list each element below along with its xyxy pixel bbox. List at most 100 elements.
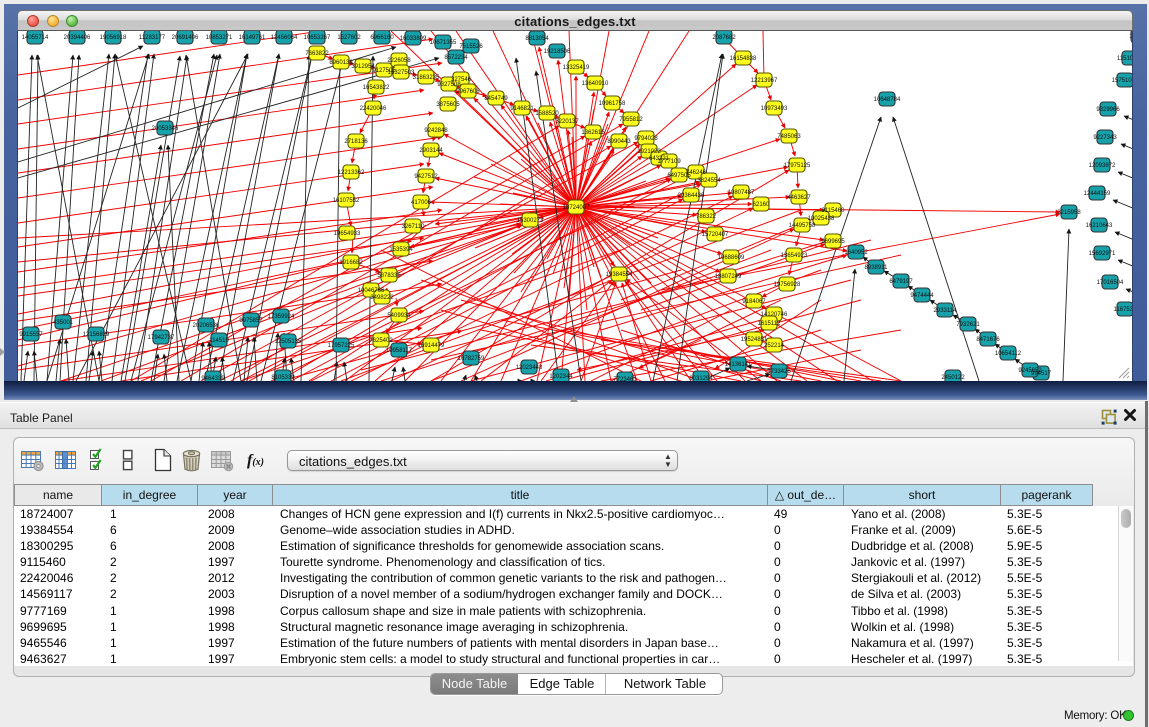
svg-text:3215958: 3215958 xyxy=(1057,210,1081,216)
svg-text:1733426: 1733426 xyxy=(767,369,791,375)
svg-text:3267110: 3267110 xyxy=(402,224,426,230)
svg-text:20394406: 20394406 xyxy=(64,35,91,41)
svg-text:9242848: 9242848 xyxy=(424,128,448,134)
svg-text:9146821: 9146821 xyxy=(510,106,534,112)
svg-text:2450122: 2450122 xyxy=(941,375,965,381)
svg-text:11510474: 11510474 xyxy=(1117,56,1133,62)
svg-text:1362615: 1362615 xyxy=(581,130,605,136)
svg-text:62160: 62160 xyxy=(753,202,770,208)
svg-text:3875605: 3875605 xyxy=(436,102,460,108)
svg-text:1202344: 1202344 xyxy=(549,374,573,380)
svg-text:13640910: 13640910 xyxy=(582,81,609,87)
svg-text:16033809: 16033809 xyxy=(400,36,427,42)
svg-text:19218506: 19218506 xyxy=(544,49,571,55)
svg-text:10046766: 10046766 xyxy=(358,288,385,294)
svg-text:10807487: 10807487 xyxy=(728,190,755,196)
svg-text:9115460: 9115460 xyxy=(822,208,846,214)
svg-text:327546: 327546 xyxy=(451,77,472,83)
svg-text:13654923: 13654923 xyxy=(781,253,808,259)
svg-text:435001: 435001 xyxy=(53,320,74,326)
svg-text:9915557: 9915557 xyxy=(19,332,43,338)
svg-text:20053346: 20053346 xyxy=(152,126,179,132)
svg-text:10958117: 10958117 xyxy=(386,348,413,354)
svg-text:10688609: 10688609 xyxy=(718,255,745,261)
svg-text:10025438: 10025438 xyxy=(808,216,835,222)
svg-text:15692971: 15692971 xyxy=(1089,251,1116,257)
svg-text:16107552: 16107552 xyxy=(333,198,360,204)
svg-text:8813054: 8813054 xyxy=(525,36,549,42)
svg-text:1167534: 1167534 xyxy=(1114,307,1133,313)
svg-text:14495758: 14495758 xyxy=(789,223,816,229)
svg-text:9427512: 9427512 xyxy=(414,174,438,180)
svg-text:8454749: 8454749 xyxy=(484,96,508,102)
svg-text:4463627: 4463627 xyxy=(787,195,811,201)
svg-text:7485063: 7485063 xyxy=(777,134,801,140)
svg-text:7625402: 7625402 xyxy=(369,338,393,344)
svg-text:7515526: 7515526 xyxy=(459,44,483,50)
svg-text:14120746: 14120746 xyxy=(761,312,788,318)
svg-text:7723461: 7723461 xyxy=(613,377,637,381)
svg-text:17942737: 17942737 xyxy=(148,335,175,341)
svg-text:20691406: 20691406 xyxy=(172,35,199,41)
svg-text:18724007: 18724007 xyxy=(563,205,590,211)
svg-text:12213967: 12213967 xyxy=(751,78,778,84)
svg-text:5409934: 5409934 xyxy=(387,313,411,319)
svg-text:15720407: 15720407 xyxy=(702,232,729,238)
svg-text:2718136: 2718136 xyxy=(344,139,368,145)
svg-text:12156829: 12156829 xyxy=(83,332,110,338)
svg-text:7663822: 7663822 xyxy=(305,51,329,57)
svg-text:12093872: 12093872 xyxy=(1089,163,1116,169)
svg-text:1777109: 1777109 xyxy=(657,159,681,165)
svg-text:9245652: 9245652 xyxy=(1018,368,1042,374)
svg-text:10671355: 10671355 xyxy=(430,40,457,46)
svg-text:16210643: 16210643 xyxy=(1086,223,1113,229)
svg-text:9464339: 9464339 xyxy=(201,376,225,381)
svg-text:12456064: 12456064 xyxy=(271,35,298,41)
svg-text:9975857: 9975857 xyxy=(239,318,263,324)
svg-text:16914479: 16914479 xyxy=(418,343,445,349)
svg-text:8960138: 8960138 xyxy=(329,60,353,66)
svg-text:31863235: 31863235 xyxy=(413,75,440,81)
svg-text:22420046: 22420046 xyxy=(360,106,387,112)
svg-text:252214: 252214 xyxy=(764,343,785,349)
svg-text:19756928: 19756928 xyxy=(774,282,801,288)
svg-text:1640952: 1640952 xyxy=(844,250,868,256)
svg-text:17975125: 17975125 xyxy=(784,163,811,169)
svg-text:11283177: 11283177 xyxy=(139,35,166,41)
svg-text:6479197: 6479197 xyxy=(889,279,913,285)
svg-text:8938911: 8938911 xyxy=(865,265,889,271)
svg-text:9474444: 9474444 xyxy=(910,293,934,299)
svg-text:17359924: 17359924 xyxy=(268,314,295,320)
svg-text:3220137: 3220137 xyxy=(555,119,579,125)
svg-text:1921022: 1921022 xyxy=(637,149,661,155)
svg-text:19384554: 19384554 xyxy=(606,272,633,278)
svg-text:16327503: 16327503 xyxy=(388,70,415,76)
svg-text:8105339: 8105339 xyxy=(271,375,295,381)
svg-text:1527602: 1527602 xyxy=(337,35,361,41)
svg-text:5878335: 5878335 xyxy=(377,273,401,279)
svg-text:14136141: 14136141 xyxy=(725,362,752,368)
svg-text:7955812: 7955812 xyxy=(619,117,643,123)
svg-text:9329966: 9329966 xyxy=(1096,107,1120,113)
svg-text:3824554: 3824554 xyxy=(697,178,721,184)
svg-text:14055714: 14055714 xyxy=(22,35,49,41)
svg-text:16154838: 16154838 xyxy=(730,56,757,62)
svg-text:8471676: 8471676 xyxy=(976,337,1000,343)
svg-text:15751074: 15751074 xyxy=(1112,78,1133,84)
svg-text:9699695: 9699695 xyxy=(821,239,845,245)
svg-text:16782759: 16782759 xyxy=(458,356,485,362)
svg-text:19056918: 19056918 xyxy=(100,35,127,41)
svg-text:8990443: 8990443 xyxy=(607,139,631,145)
svg-text:10853271: 10853271 xyxy=(206,35,233,41)
svg-text:417006: 417006 xyxy=(411,200,432,206)
svg-text:12213362: 12213362 xyxy=(338,170,365,176)
svg-text:16543822: 16543822 xyxy=(363,85,390,91)
svg-text:2226058: 2226058 xyxy=(387,58,411,64)
svg-text:10973493: 10973493 xyxy=(761,106,788,112)
svg-text:1588520: 1588520 xyxy=(535,111,559,117)
svg-text:13325419: 13325419 xyxy=(563,65,590,71)
svg-text:786322: 786322 xyxy=(696,214,717,220)
svg-text:2967608: 2967608 xyxy=(456,89,480,95)
svg-text:9794028: 9794028 xyxy=(634,136,658,142)
svg-text:16149761: 16149761 xyxy=(239,35,266,41)
